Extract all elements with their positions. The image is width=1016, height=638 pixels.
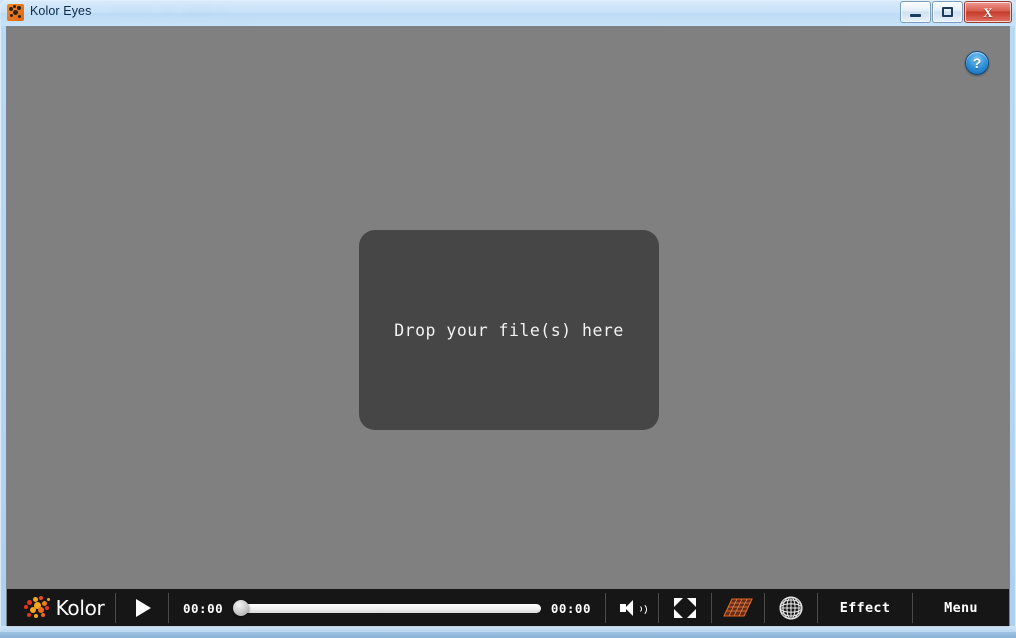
file-dropzone[interactable]: Drop your file(s) here [359,230,659,430]
fullscreen-icon [674,598,696,618]
seek-track[interactable] [241,603,541,613]
menu-label: Menu [944,600,978,616]
help-icon: ? [972,55,982,71]
play-icon [136,599,151,617]
window-frame: Kolor Eyes X ? Drop your file(s) here Ko… [0,0,1016,632]
restore-icon [942,7,953,17]
kolor-app-icon [7,4,24,21]
close-button[interactable]: X [964,1,1012,23]
seek-slider[interactable] [233,600,541,616]
total-time: 00:00 [550,600,591,616]
minimize-button[interactable] [900,1,931,23]
maximize-restore-button[interactable] [932,1,963,23]
flat-plane-projection-icon [723,598,753,617]
menu-button[interactable]: Menu [913,589,1009,627]
window-title: Kolor Eyes [30,4,92,18]
player-frame: ? Drop your file(s) here Kolor 00:00 00:… [6,26,1010,627]
volume-button[interactable] [606,589,658,627]
fullscreen-button[interactable] [659,589,711,627]
dropzone-label: Drop your file(s) here [394,320,624,340]
play-button[interactable] [116,589,168,627]
seek-area: 00:00 00:00 [169,589,605,627]
video-viewport[interactable]: ? Drop your file(s) here [7,27,1009,589]
desktop-strip [0,632,1016,638]
window-controls: X [900,1,1012,23]
playback-control-bar: Kolor 00:00 00:00 Effect Menu [7,589,1009,627]
brand-label: Kolor [55,596,105,620]
kolor-eyes-window: Kolor Eyes X ? Drop your file(s) here Ko… [0,0,1016,638]
kolor-dots-logo [23,596,52,620]
effect-label: Effect [839,600,891,616]
seek-handle[interactable] [233,600,250,616]
sphere-projection-button[interactable] [765,589,817,627]
flat-projection-button[interactable] [712,589,764,627]
help-button[interactable]: ? [965,51,989,75]
sphere-projection-icon [779,596,803,620]
close-icon: X [983,4,993,20]
brand-logo: Kolor [7,589,115,627]
effect-button[interactable]: Effect [818,589,912,627]
volume-speaker-icon [620,599,647,617]
minimize-icon [910,14,921,17]
elapsed-time: 00:00 [183,600,224,616]
title-bar[interactable]: Kolor Eyes X [0,0,1016,26]
